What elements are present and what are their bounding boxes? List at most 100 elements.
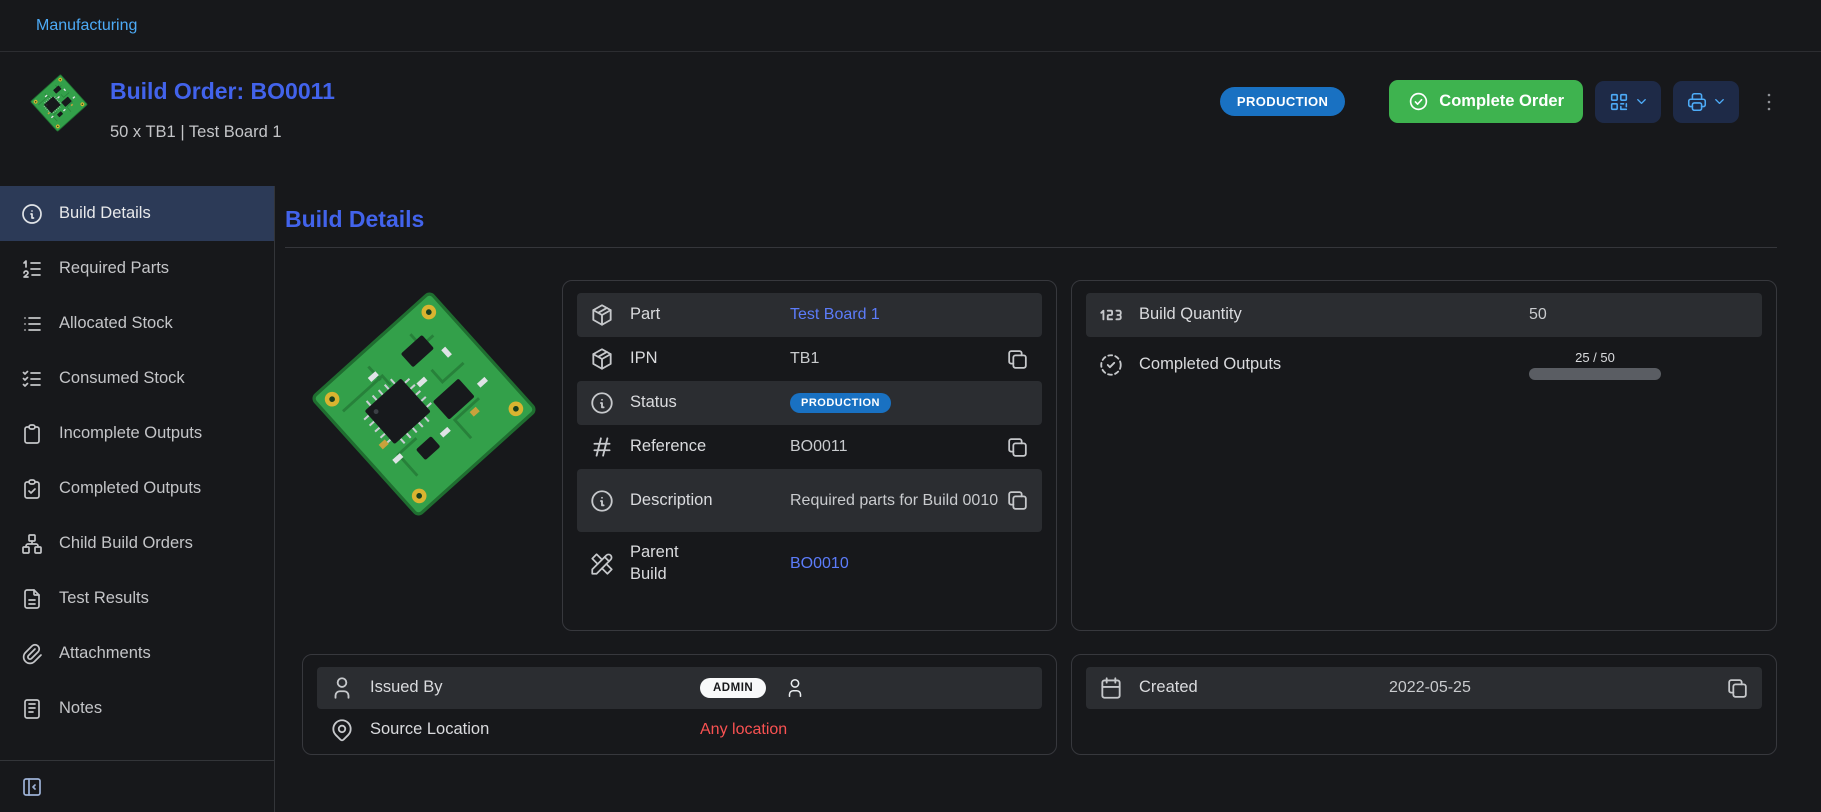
- check-circle-icon: [1408, 91, 1429, 112]
- sidebar-item-consumed-stock[interactable]: Consumed Stock: [0, 351, 274, 406]
- copy-icon[interactable]: [1005, 488, 1030, 513]
- sidebar-item-notes[interactable]: Notes: [0, 681, 274, 736]
- detail-label: Build Quantity: [1139, 304, 1529, 325]
- numbers-123-icon: [1098, 302, 1124, 328]
- page-header: Build Order: BO0011 50 x TB1 | Test Boar…: [0, 52, 1821, 186]
- paperclip-icon: [20, 642, 44, 666]
- chevron-down-icon: [1634, 94, 1649, 109]
- sidebar-item-child-build-orders[interactable]: Child Build Orders: [0, 516, 274, 571]
- header-actions: PRODUCTION Complete Order: [1220, 80, 1781, 123]
- created-panel: Created 2022-05-25: [1071, 654, 1777, 755]
- parent-build-link[interactable]: BO0010: [790, 555, 1030, 573]
- body: Build Details Required Parts Allocated S…: [0, 186, 1821, 812]
- sidebar-item-allocated-stock[interactable]: Allocated Stock: [0, 296, 274, 351]
- detail-value: 50: [1529, 306, 1750, 324]
- notes-icon: [20, 697, 44, 721]
- more-actions-button[interactable]: [1757, 90, 1781, 114]
- header-titles: Build Order: BO0011 50 x TB1 | Test Boar…: [110, 70, 335, 142]
- build-details-grid: Part Test Board 1 IPN TB1 Status: [302, 280, 1777, 755]
- barcode-actions-button[interactable]: [1595, 81, 1661, 123]
- detail-row-part: Part Test Board 1: [577, 293, 1042, 337]
- detail-label: Issued By: [370, 677, 700, 698]
- sidebar-collapse-icon: [20, 775, 44, 799]
- sidebar-item-label: Test Results: [59, 589, 149, 608]
- user-icon: [329, 675, 355, 701]
- calendar-icon: [1098, 675, 1124, 701]
- issue-panel: Issued By ADMIN Source Location Any loca…: [302, 654, 1057, 755]
- detail-label: Reference: [630, 436, 790, 457]
- detail-label: Source Location: [370, 719, 700, 740]
- quantities-panel: Build Quantity 50 Completed Outputs 25 /…: [1071, 280, 1777, 631]
- printer-icon: [1686, 91, 1708, 113]
- part-image[interactable]: [302, 282, 546, 526]
- info-circle-icon: [589, 390, 615, 416]
- detail-label: Parent Build: [630, 542, 790, 585]
- map-pin-icon: [329, 717, 355, 743]
- sidebar-footer: [0, 760, 274, 812]
- build-details-panel: Part Test Board 1 IPN TB1 Status: [562, 280, 1057, 631]
- detail-row-completed-outputs: Completed Outputs 25 / 50: [1086, 337, 1762, 393]
- sidebar-collapse-button[interactable]: [20, 775, 44, 799]
- progress-bar: [1529, 368, 1661, 380]
- sidebar-item-build-details[interactable]: Build Details: [0, 186, 274, 241]
- detail-row-description: Description Required parts for Build 001…: [577, 469, 1042, 532]
- sidebar-item-attachments[interactable]: Attachments: [0, 626, 274, 681]
- detail-value: 2022-05-25: [1389, 679, 1725, 697]
- breadcrumb-link-manufacturing[interactable]: Manufacturing: [36, 17, 137, 35]
- sidebar-item-label: Consumed Stock: [59, 369, 185, 388]
- copy-icon[interactable]: [1005, 347, 1030, 372]
- sidebar-item-required-parts[interactable]: Required Parts: [0, 241, 274, 296]
- qrcode-icon: [1608, 91, 1630, 113]
- sidebar-item-label: Required Parts: [59, 259, 169, 278]
- detail-label: Description: [630, 490, 790, 511]
- admin-badge: ADMIN: [700, 678, 766, 698]
- detail-value: Required parts for Build 0010: [790, 490, 1005, 512]
- print-actions-button[interactable]: [1673, 81, 1739, 123]
- dots-vertical-icon: [1757, 90, 1781, 114]
- list-numbers-icon: [20, 257, 44, 281]
- sidebar-item-label: Completed Outputs: [59, 479, 201, 498]
- issued-by-value: ADMIN: [700, 677, 1030, 699]
- detail-value: TB1: [790, 350, 1005, 368]
- part-thumbnail-image[interactable]: [28, 72, 90, 134]
- copy-icon[interactable]: [1725, 676, 1750, 701]
- detail-label: Part: [630, 304, 790, 325]
- detail-label: Completed Outputs: [1139, 354, 1529, 375]
- info-circle-icon: [20, 202, 44, 226]
- progress-check-icon: [1098, 352, 1124, 378]
- status-badge: PRODUCTION: [790, 393, 891, 413]
- page-title: Build Order: BO0011: [110, 78, 335, 105]
- header-left: Build Order: BO0011 50 x TB1 | Test Boar…: [28, 70, 335, 142]
- part-link[interactable]: Test Board 1: [790, 306, 1030, 324]
- detail-value: PRODUCTION: [790, 393, 1030, 413]
- list-check-icon: [20, 367, 44, 391]
- detail-row-source-location: Source Location Any location: [317, 709, 1042, 751]
- detail-label: Created: [1139, 677, 1389, 698]
- sidebar-item-test-results[interactable]: Test Results: [0, 571, 274, 626]
- detail-row-reference: Reference BO0011: [577, 425, 1042, 469]
- package-icon: [589, 346, 615, 372]
- detail-value: BO0011: [790, 438, 1005, 456]
- breadcrumb: Manufacturing: [0, 0, 1821, 52]
- sidebar-item-incomplete-outputs[interactable]: Incomplete Outputs: [0, 406, 274, 461]
- complete-order-button[interactable]: Complete Order: [1389, 80, 1583, 123]
- status-badge: PRODUCTION: [1220, 87, 1345, 116]
- main-content: Build Details Part Test Board 1 I: [275, 186, 1821, 812]
- sitemap-icon: [20, 532, 44, 556]
- sidebar-item-label: Child Build Orders: [59, 534, 193, 553]
- copy-icon[interactable]: [1005, 435, 1030, 460]
- sidebar-spacer: [0, 736, 274, 760]
- detail-label: IPN: [630, 348, 790, 369]
- list-icon: [20, 312, 44, 336]
- detail-row-parent-build: Parent Build BO0010: [577, 532, 1042, 595]
- build-order-page: Manufacturing Build Order: BO0011 50 x T…: [0, 0, 1821, 812]
- detail-row-ipn: IPN TB1: [577, 337, 1042, 381]
- panel-title: Build Details: [285, 206, 1777, 233]
- detail-row-status: Status PRODUCTION: [577, 381, 1042, 425]
- sidebar-item-completed-outputs[interactable]: Completed Outputs: [0, 461, 274, 516]
- complete-order-label: Complete Order: [1439, 92, 1564, 111]
- tools-icon: [589, 551, 615, 577]
- sidebar-item-label: Allocated Stock: [59, 314, 173, 333]
- sidebar-item-label: Notes: [59, 699, 102, 718]
- source-location-value: Any location: [700, 721, 1030, 739]
